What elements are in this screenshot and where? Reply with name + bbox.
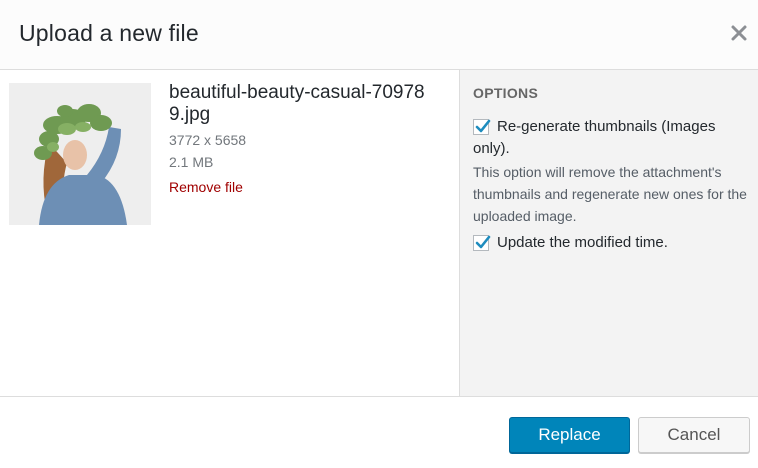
update-modified-time-label[interactable]: Update the modified time. [497,232,668,254]
options-panel: OPTIONS Re-generate thumbnails (Images o… [459,70,758,396]
dialog-footer: Replace Cancel [0,396,758,468]
close-icon[interactable] [730,24,748,42]
cancel-button[interactable]: Cancel [638,417,750,453]
file-thumbnail [9,83,151,225]
regenerate-thumbnails-description: This option will remove the attachment's… [473,164,747,224]
dialog-title: Upload a new file [19,20,199,46]
update-modified-time-checkbox[interactable] [473,235,491,251]
dialog-header: Upload a new file [0,0,758,70]
checkmark-icon [475,235,491,249]
options-heading: OPTIONS [473,85,539,101]
remove-file-link[interactable]: Remove file [169,179,243,195]
replace-button[interactable]: Replace [509,417,630,453]
thumbnail-image [9,83,151,225]
regenerate-thumbnails-label[interactable]: Re-generate thumbnails (Images only). [473,116,753,160]
file-dimensions: 3772 x 5658 [169,132,247,148]
file-size: 2.1 MB [169,154,214,170]
file-details-panel: beautiful-beauty-casual-709789.jpg 3772 … [0,70,459,396]
file-name: beautiful-beauty-casual-709789.jpg [169,82,425,125]
